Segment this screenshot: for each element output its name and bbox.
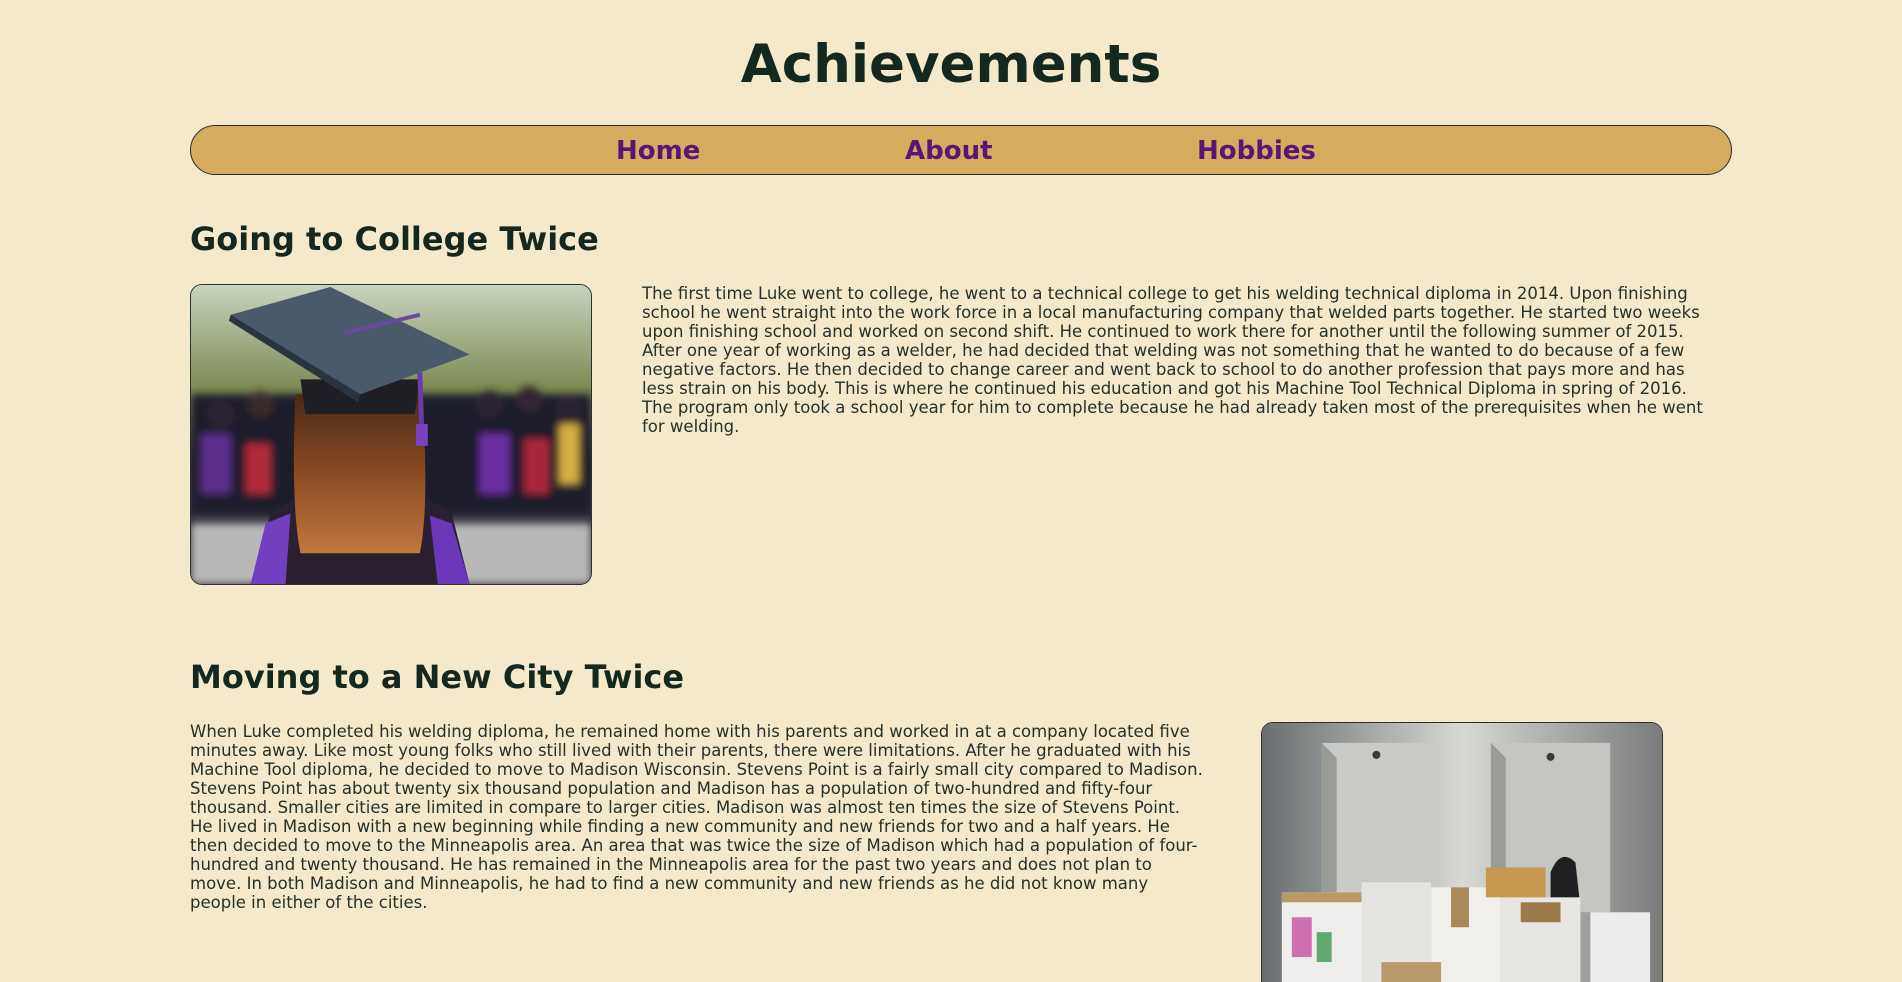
section-heading-college: Going to College Twice bbox=[190, 220, 599, 258]
graduate-photo bbox=[190, 284, 592, 585]
nav-link-about[interactable]: About bbox=[905, 126, 993, 176]
nav-link-hobbies[interactable]: Hobbies bbox=[1197, 126, 1316, 176]
section-heading-moving: Moving to a New City Twice bbox=[190, 658, 685, 696]
moving-boxes-photo bbox=[1261, 722, 1663, 982]
section-text-moving: When Luke completed his welding diploma,… bbox=[190, 722, 1203, 912]
main-nav: Home About Hobbies bbox=[190, 125, 1732, 175]
section-text-college: The first time Luke went to college, he … bbox=[642, 284, 1703, 436]
page-title: Achievements bbox=[740, 34, 1162, 95]
nav-link-home[interactable]: Home bbox=[616, 126, 700, 176]
